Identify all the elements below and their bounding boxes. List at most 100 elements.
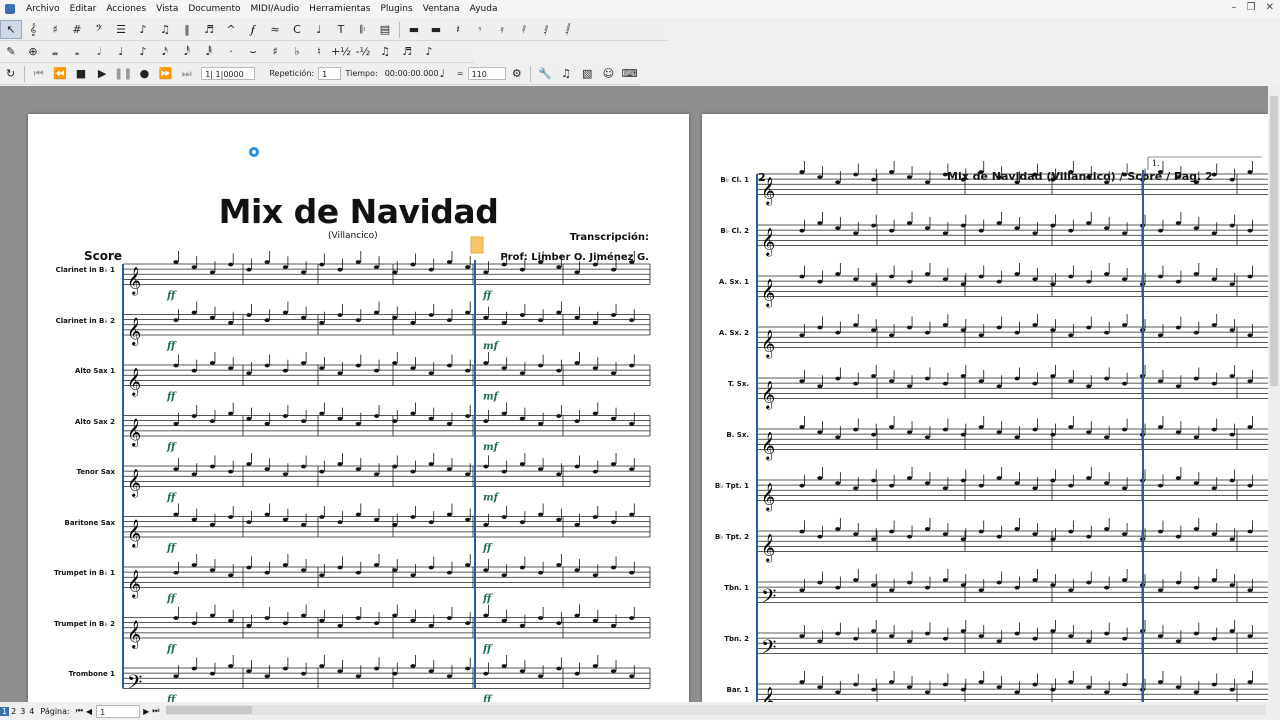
page-tab-2[interactable]: 2 xyxy=(9,707,18,716)
half-step-up-button[interactable]: +½ xyxy=(330,42,352,61)
gear-icon[interactable]: ⚙ xyxy=(506,64,527,83)
page-tab-1[interactable]: 1 xyxy=(0,706,10,716)
voice-tool-button[interactable]: ⊕ xyxy=(22,42,44,61)
score-system-page-1[interactable]: 𝄞 ff ff 𝄞 ff mf 𝄞 ff mf 𝄞 ff mf 𝄞 ff mf 𝄞 ff ff 𝄞 ff ff 𝄞 ff ff… xyxy=(28,114,689,702)
instrument-name[interactable]: Trombone 1 xyxy=(28,670,115,678)
smiley-icon[interactable]: ☺ xyxy=(598,64,619,83)
instrument-name[interactable]: Tbn. 2 xyxy=(702,635,749,643)
whole-note-button[interactable]: 𝅝 xyxy=(66,42,88,61)
prev-page-icon[interactable]: ◀ xyxy=(86,707,92,716)
last-page-icon[interactable]: ⏭ xyxy=(152,706,159,716)
thirtysecond-note-button[interactable]: 𝅘𝅥𝅰 xyxy=(176,42,198,61)
key-signature-tool-button[interactable]: ♯ xyxy=(44,20,66,39)
position-field[interactable]: 1| 1|0000 xyxy=(201,67,256,80)
menu-editar[interactable]: Editar xyxy=(65,0,102,18)
half-step-down-button[interactable]: -½ xyxy=(352,42,374,61)
minimize-icon[interactable]: – xyxy=(1232,2,1237,13)
close-icon[interactable]: ✕ xyxy=(1266,2,1274,13)
menu-ayuda[interactable]: Ayuda xyxy=(465,0,503,18)
eraser-tool-button[interactable]: ✎ xyxy=(0,42,22,61)
stop-icon[interactable]: ■ xyxy=(70,64,91,83)
page-number-field[interactable]: 1 xyxy=(96,704,141,718)
vertical-scroll-thumb[interactable] xyxy=(1270,96,1278,386)
dynamics-tool-button[interactable]: 𝆑 xyxy=(242,20,264,39)
pause-icon[interactable]: ❚❚ xyxy=(113,64,134,83)
next-page-icon[interactable]: ▶ xyxy=(143,707,149,716)
instrument-name[interactable]: Clarinet in B♭ 1 xyxy=(28,266,115,274)
time-field[interactable]: 00:00:00.000 xyxy=(382,67,439,80)
rest-eighth-button[interactable]: 𝄾 xyxy=(469,20,491,39)
menu-acciones[interactable]: Acciones xyxy=(101,0,151,18)
time-signature-tool-button[interactable]: # xyxy=(66,20,88,39)
sixtyfourth-note-button[interactable]: 𝅘𝅥𝅱 xyxy=(198,42,220,61)
half-note-button[interactable]: 𝅗𝅥 xyxy=(88,42,110,61)
lyrics-tool-button[interactable]: ♩ xyxy=(308,20,330,39)
menu-ventana[interactable]: Ventana xyxy=(418,0,465,18)
menu-archivo[interactable]: Archivo xyxy=(21,0,65,18)
score-workspace[interactable]: Mix de Navidad (Villancico) Transcripció… xyxy=(0,86,1268,702)
page-tab-3[interactable]: 3 xyxy=(18,707,27,716)
loop-icon[interactable]: ↻ xyxy=(0,64,21,83)
beam-tool-button[interactable]: ♫ xyxy=(154,20,176,39)
music-icon[interactable]: ♫ xyxy=(556,64,577,83)
tie-button[interactable]: ⌣ xyxy=(242,42,264,61)
select-tool-button[interactable]: ↖ xyxy=(0,20,22,39)
breve-note-button[interactable]: 𝅜 xyxy=(44,42,66,61)
natural-button[interactable]: ♮ xyxy=(308,42,330,61)
instrument-name[interactable]: Tenor Sax xyxy=(28,468,115,476)
instrument-name[interactable]: A. Sx. 1 xyxy=(702,278,749,286)
instrument-name[interactable]: B♭ Cl. 1 xyxy=(702,176,749,184)
wrench-icon[interactable]: 🔧 xyxy=(534,64,555,83)
horizontal-scroll-thumb[interactable] xyxy=(166,706,252,714)
rewind-start-icon[interactable]: ⏮ xyxy=(28,64,49,83)
sharp-button[interactable]: ♯ xyxy=(264,42,286,61)
rest-quarter-button[interactable]: 𝄽 xyxy=(447,20,469,39)
menu-documento[interactable]: Documento xyxy=(183,0,245,18)
cue-note-button[interactable]: ♪ xyxy=(418,42,440,61)
instrument-name[interactable]: B. Sx. xyxy=(702,431,749,439)
staff-tool-button[interactable]: ☰ xyxy=(110,20,132,39)
menu-plugins[interactable]: Plugins xyxy=(375,0,417,18)
instrument-name[interactable]: T. Sx. xyxy=(702,380,749,388)
score-page-2[interactable]: 2 Mix de Navidad (Villancico) / Score / … xyxy=(702,114,1268,702)
instrument-name[interactable]: A. Sx. 2 xyxy=(702,329,749,337)
page-tool-button[interactable]: ▤ xyxy=(374,20,396,39)
instrument-name[interactable]: Clarinet in B♭ 2 xyxy=(28,317,115,325)
play-icon[interactable]: ▶ xyxy=(92,64,113,83)
menu-midi-audio[interactable]: MIDI/Audio xyxy=(246,0,305,18)
record-icon[interactable]: ● xyxy=(134,64,155,83)
page-tab-4[interactable]: 4 xyxy=(27,707,36,716)
image-icon[interactable]: ▧ xyxy=(577,64,598,83)
bass-clef-tool-button[interactable]: 𝄢 xyxy=(88,20,110,39)
chord-tool-button[interactable]: C xyxy=(286,20,308,39)
rest-64th-button[interactable]: 𝅁 xyxy=(535,20,557,39)
instrument-name[interactable]: B♭ Tpt. 2 xyxy=(702,533,749,541)
horizontal-scrollbar[interactable] xyxy=(166,705,1266,715)
instrument-name[interactable]: Bar. 1 xyxy=(702,686,749,694)
text-tool-button[interactable]: T xyxy=(330,20,352,39)
note-tool-button[interactable]: ♪ xyxy=(132,20,154,39)
rest-whole-button[interactable]: ▬ xyxy=(403,20,425,39)
restore-icon[interactable]: ❐ xyxy=(1247,2,1256,13)
repeat-select[interactable]: 1 xyxy=(318,67,342,80)
menu-herramientas[interactable]: Herramientas xyxy=(304,0,375,18)
articulation-tool-button[interactable]: ^ xyxy=(220,20,242,39)
score-page-1[interactable]: Mix de Navidad (Villancico) Transcripció… xyxy=(28,114,689,702)
dot-button[interactable]: · xyxy=(220,42,242,61)
menu-vista[interactable]: Vista xyxy=(151,0,183,18)
eighth-note-button[interactable]: ♪ xyxy=(132,42,154,61)
forward-end-icon[interactable]: ⏭ xyxy=(176,64,197,83)
instrument-name[interactable]: Alto Sax 2 xyxy=(28,418,115,426)
rest-32nd-button[interactable]: 𝅀 xyxy=(513,20,535,39)
instrument-name[interactable]: Trumpet in B♭ 1 xyxy=(28,569,115,577)
forward-icon[interactable]: ⏩ xyxy=(155,64,176,83)
tempo-field[interactable]: 110 xyxy=(467,67,507,80)
instrument-name[interactable]: B♭ Cl. 2 xyxy=(702,227,749,235)
instrument-name[interactable]: Tbn. 1 xyxy=(702,584,749,592)
vertical-scrollbar[interactable] xyxy=(1268,86,1280,702)
first-page-icon[interactable]: ⏮ xyxy=(76,706,83,716)
expression-tool-button[interactable]: ≈ xyxy=(264,20,286,39)
instrument-name[interactable]: Baritone Sax xyxy=(28,519,115,527)
rest-128th-button[interactable]: 𝅂 xyxy=(557,20,579,39)
rest-half-button[interactable]: ▬ xyxy=(425,20,447,39)
